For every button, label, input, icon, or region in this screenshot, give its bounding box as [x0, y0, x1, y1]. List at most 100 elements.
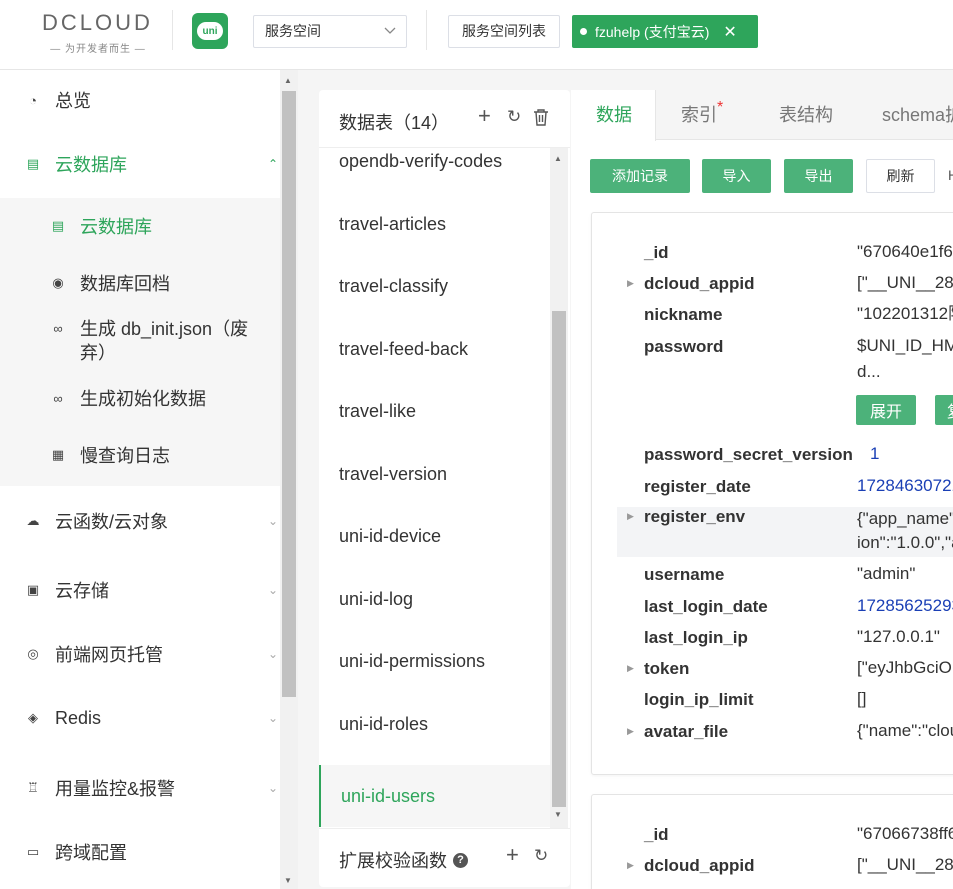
tabs-bar: 数据 索引* 表结构 schema扩 — [571, 90, 953, 141]
table-item[interactable]: travel-articles — [319, 193, 550, 255]
table-item[interactable]: uni-id-device — [319, 505, 550, 567]
sidebar: ◔ 总览 ▤ 云数据库 ⌃ ▤ 云数据库 ◉ 数据库回档 ∞ 生成 db_ini… — [0, 70, 280, 889]
sidebar-item-label: 总览 — [55, 91, 91, 111]
export-button[interactable]: 导出 — [784, 159, 853, 193]
logo-wordmark: DCLOUD — [42, 10, 153, 35]
sidebar-item-label: 用量监控&报警 — [55, 779, 176, 799]
field-value: $UNI_ID_HM — [857, 336, 953, 355]
cloud-icon: ☁ — [26, 513, 40, 528]
sidebar-item-web-hosting[interactable]: ◎ 前端网页托管 ⌄ — [0, 624, 280, 684]
database-icon: ▤ — [51, 218, 65, 233]
expand-triangle-icon[interactable]: ▶ — [627, 511, 634, 522]
chevron-down-icon: ⌄ — [267, 781, 278, 795]
table-item[interactable]: travel-classify — [319, 255, 550, 317]
field-value: "67066738ff6 — [857, 824, 953, 843]
table-item[interactable]: travel-like — [319, 380, 550, 442]
add-icon[interactable]: + — [478, 103, 491, 129]
expand-triangle-icon[interactable]: ▶ — [627, 278, 634, 289]
status-dot-icon — [580, 28, 587, 35]
field-value: 1 — [870, 444, 880, 463]
expand-button[interactable]: 展开 — [856, 395, 916, 425]
table-item[interactable]: travel-feed-back — [319, 318, 550, 380]
submenu-item-db-restore[interactable]: ◉ 数据库回档 — [0, 272, 280, 296]
current-space-label: fzuhelp (支付宝云) — [595, 23, 710, 40]
sidebar-item-overview[interactable]: ◔ 总览 — [0, 70, 280, 130]
uni-app-icon[interactable]: uni — [192, 13, 228, 49]
sidebar-item-cloud-functions[interactable]: ☁ 云函数/云对象 ⌄ — [0, 491, 280, 551]
field-row-highlighted[interactable]: ▶ register_env {"app_name" ion":"1.0.0",… — [617, 507, 953, 557]
scroll-up-icon[interactable]: ▲ — [554, 154, 562, 163]
database-icon: ▤ — [26, 156, 40, 171]
scrollbar-thumb[interactable] — [552, 311, 566, 807]
tab-index[interactable]: 索引* — [681, 90, 723, 140]
submenu-item-label: 云数据库 — [80, 217, 152, 237]
add-icon[interactable]: + — [506, 842, 519, 868]
dcloud-logo[interactable]: DCLOUD — 为开发者而生 — — [42, 12, 154, 56]
submenu-item-slow-query-log[interactable]: ▦ 慢查询日志 — [0, 444, 280, 468]
field-key: _id — [644, 825, 669, 844]
field-key: avatar_file — [644, 722, 729, 741]
field-value: ["__UNI__28C — [857, 273, 953, 292]
field-key: register_date — [644, 477, 751, 496]
uni-badge: uni — [197, 22, 223, 40]
table-item-active[interactable]: uni-id-users — [319, 765, 550, 827]
field-key: dcloud_appid — [644, 856, 755, 875]
table-item[interactable]: uni-id-permissions — [319, 630, 550, 692]
close-icon[interactable]: ✕ — [723, 22, 736, 42]
sidebar-item-cors-config[interactable]: ▭ 跨域配置 — [0, 822, 280, 882]
database-submenu: ▤ 云数据库 ◉ 数据库回档 ∞ 生成 db_init.json（废弃） ∞ 生… — [0, 198, 280, 486]
current-space-tag[interactable]: fzuhelp (支付宝云) ✕ — [572, 15, 758, 48]
field-key: dcloud_appid — [644, 274, 755, 293]
submenu-item-init-data[interactable]: ∞ 生成初始化数据 — [0, 387, 280, 411]
service-space-select[interactable]: 服务空间 — [253, 15, 407, 48]
record-card: _id "67066738ff6 ▶ dcloud_appid ["__UNI_… — [591, 794, 953, 889]
field-value-continued: d... — [857, 362, 881, 381]
expand-triangle-icon[interactable]: ▶ — [627, 663, 634, 674]
sidebar-item-redis[interactable]: ◈ Redis ⌄ — [0, 688, 280, 748]
table-item[interactable]: uni-id-roles — [319, 693, 550, 755]
expand-triangle-icon[interactable]: ▶ — [627, 860, 634, 871]
header-divider — [426, 10, 427, 50]
chevron-down-icon — [384, 16, 396, 59]
refresh-icon[interactable]: ↻ — [507, 107, 521, 127]
scroll-down-icon[interactable]: ▼ — [284, 876, 292, 885]
tab-data[interactable]: 数据 — [571, 90, 656, 141]
alarm-icon: ♖ — [27, 780, 39, 795]
help-icon[interactable]: ? — [453, 852, 468, 868]
tables-panel-title: 数据表（14） — [339, 113, 450, 133]
sidebar-item-cloud-database[interactable]: ▤ 云数据库 ⌃ — [0, 134, 280, 194]
import-button[interactable]: 导入 — [702, 159, 771, 193]
add-record-button[interactable]: 添加记录 — [590, 159, 690, 193]
sidebar-item-label: Redis — [55, 707, 102, 728]
refresh-icon[interactable]: ↻ — [534, 846, 548, 866]
space-list-button[interactable]: 服务空间列表 — [448, 15, 560, 48]
sidebar-item-cloud-storage[interactable]: ▣ 云存储 ⌄ — [0, 560, 280, 620]
tables-list: opendb-verify-codes travel-articles trav… — [319, 148, 550, 828]
table-item[interactable]: uni-id-log — [319, 568, 550, 630]
table-item[interactable]: opendb-verify-codes — [319, 148, 550, 192]
sidebar-item-usage-monitor[interactable]: ♖ 用量监控&报警 ⌄ — [0, 758, 280, 818]
expand-triangle-icon[interactable]: ▶ — [627, 726, 634, 737]
clock-icon: ◔ — [29, 92, 37, 108]
trash-icon[interactable] — [533, 109, 549, 130]
scroll-down-icon[interactable]: ▼ — [554, 810, 562, 819]
tab-schema[interactable]: schema扩 — [882, 90, 953, 140]
sidebar-item-label: 前端网页托管 — [55, 645, 163, 665]
required-mark: * — [717, 99, 724, 116]
tab-structure[interactable]: 表结构 — [779, 90, 833, 140]
sidebar-scrollbar[interactable]: ▲ ▼ — [280, 70, 298, 889]
field-key: last_login_ip — [644, 628, 748, 647]
submenu-item-db-init-json[interactable]: ∞ 生成 db_init.json（废弃） — [0, 317, 280, 365]
refresh-button[interactable]: 刷新 — [866, 159, 935, 193]
header-divider — [172, 10, 173, 50]
submenu-item-cloud-database[interactable]: ▤ 云数据库 — [0, 215, 280, 239]
field-value: "670640e1f6 — [857, 242, 953, 261]
sidebar-item-label: 云存储 — [55, 581, 109, 601]
table-item[interactable]: travel-version — [319, 443, 550, 505]
scroll-up-icon[interactable]: ▲ — [284, 76, 292, 85]
field-key: register_env — [644, 507, 746, 526]
submenu-item-label: 数据库回档 — [80, 274, 170, 294]
copy-button[interactable]: 复 — [935, 395, 953, 425]
tables-scrollbar[interactable]: ▲ ▼ — [550, 148, 568, 828]
scrollbar-thumb[interactable] — [282, 91, 296, 697]
